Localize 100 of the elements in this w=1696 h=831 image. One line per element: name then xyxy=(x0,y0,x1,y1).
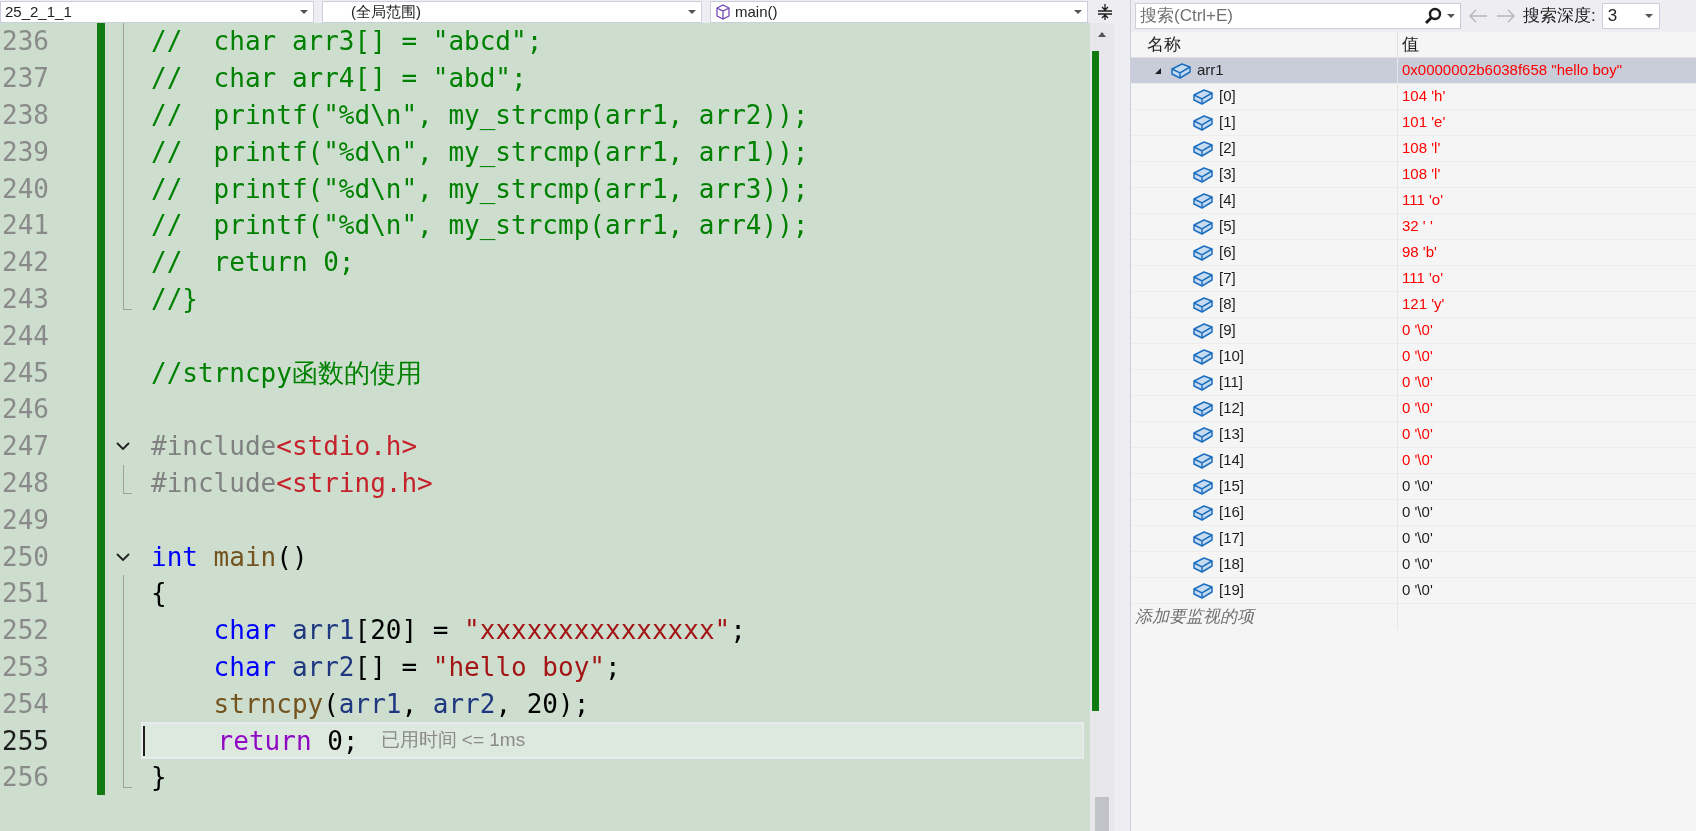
watch-name-cell[interactable]: [11] xyxy=(1131,370,1398,395)
cube-icon xyxy=(1193,87,1213,106)
cube-icon xyxy=(1193,321,1213,340)
line-number: 252 xyxy=(1,614,50,648)
caret-icon xyxy=(1446,13,1456,19)
watch-value-cell-text: 32 ' ' xyxy=(1401,216,1434,237)
line-number: 241 xyxy=(1,209,50,243)
watch-name-cell[interactable]: [13] xyxy=(1131,422,1398,447)
watch-name-cell[interactable]: [8] xyxy=(1131,292,1398,317)
watch-value-cell-text: 0 '\0' xyxy=(1401,320,1434,341)
watch-name-cell[interactable]: [15] xyxy=(1131,474,1398,499)
dropdown[interactable]: 25_2_1_1 xyxy=(0,0,314,23)
search-depth-label: 搜索深度: xyxy=(1523,5,1596,28)
watch-value-cell-text: 108 'l' xyxy=(1401,138,1442,159)
watch-value-cell-text: 104 'h' xyxy=(1401,86,1447,107)
watch-name-cell[interactable]: [9] xyxy=(1131,318,1398,343)
cube-icon xyxy=(1193,477,1213,496)
watch-name-cell[interactable]: [16] xyxy=(1131,500,1398,525)
code-line: #include<string.h> xyxy=(150,469,433,496)
watch-value-cell-text: 0 '\0' xyxy=(1401,372,1434,393)
line-number: 246 xyxy=(1,393,50,427)
line-number: 253 xyxy=(1,650,50,684)
watch-value-cell-text: 121 'y' xyxy=(1401,294,1446,315)
code-line: // printf("%d\n", my_strcmp(arr1, arr1)); xyxy=(150,138,809,165)
line-number: 255 xyxy=(1,724,50,758)
cube-icon xyxy=(1171,61,1191,80)
text-cursor xyxy=(143,725,145,756)
line-number: 248 xyxy=(1,466,50,500)
line-number: 236 xyxy=(1,25,50,59)
line-number: 254 xyxy=(1,687,50,721)
cube-icon xyxy=(1193,295,1213,314)
watch-name-cell[interactable]: [6] xyxy=(1131,240,1398,265)
scroll-up-icon[interactable] xyxy=(1097,31,1107,37)
line-number: 239 xyxy=(1,135,50,169)
cube-icon xyxy=(1193,503,1213,522)
watch-value-cell-text: 0 '\0' xyxy=(1401,580,1434,601)
search-icon[interactable] xyxy=(1424,7,1442,25)
line-number: 244 xyxy=(1,319,50,353)
code-line: // char arr4[] = "abd"; xyxy=(150,65,527,92)
line-number: 247 xyxy=(1,430,50,464)
line-number: 243 xyxy=(1,282,50,316)
scrollbar-thumb[interactable] xyxy=(1095,797,1109,831)
watch-name-cell[interactable]: [19] xyxy=(1131,578,1398,603)
code-line: #include<stdio.h> xyxy=(150,433,418,460)
watch-name-cell[interactable]: [7] xyxy=(1131,266,1398,291)
caret-icon xyxy=(299,8,309,15)
cube-icon xyxy=(1193,347,1213,366)
cube-icon xyxy=(1193,191,1213,210)
column-header[interactable]: 名称 xyxy=(1131,32,1398,57)
code-line: // printf("%d\n", my_strcmp(arr1, arr3)); xyxy=(150,175,809,202)
watch-value-cell-text: 111 'o' xyxy=(1401,190,1445,211)
watch-name-cell[interactable]: [18] xyxy=(1131,552,1398,577)
cube-icon xyxy=(1193,399,1213,418)
watch-value-cell-text: 101 'e' xyxy=(1401,112,1447,133)
watch-name-cell[interactable]: [17] xyxy=(1131,526,1398,551)
code-line: // printf("%d\n", my_strcmp(arr1, arr4)); xyxy=(150,212,809,239)
watch-value-cell-text: 0 '\0' xyxy=(1401,424,1434,445)
line-number: 245 xyxy=(1,356,50,390)
code-line: //strncpy函数的使用 xyxy=(150,359,422,386)
code-line: } xyxy=(150,764,167,791)
caret-icon xyxy=(1073,8,1083,15)
expand-triangle-icon[interactable] xyxy=(1154,66,1162,75)
watch-value-cell-text: 0 '\0' xyxy=(1401,398,1434,419)
dropdown[interactable]: (全局范围) xyxy=(322,0,702,23)
elapsed-time-hint: 已用时间 <= 1ms xyxy=(380,728,526,753)
watch-value-cell-text: 0 '\0' xyxy=(1401,476,1434,497)
watch-value-cell-text: 0 '\0' xyxy=(1401,450,1434,471)
cube-icon xyxy=(1193,113,1213,132)
watch-name-cell[interactable]: [1] xyxy=(1131,110,1398,135)
code-line: char arr1[20] = "xxxxxxxxxxxxxxx"; xyxy=(212,617,746,644)
cube-icon xyxy=(1193,243,1213,262)
collapse-chevron-icon[interactable] xyxy=(115,441,131,452)
collapse-chevron-icon[interactable] xyxy=(115,551,131,562)
split-window-icon[interactable] xyxy=(1096,2,1114,21)
dropdown[interactable]: main() xyxy=(710,0,1088,23)
cube-icon xyxy=(1193,555,1213,574)
watch-name-cell[interactable]: [0] xyxy=(1131,84,1398,109)
watch-name-cell[interactable]: [5] xyxy=(1131,214,1398,239)
line-number: 242 xyxy=(1,246,50,280)
line-number: 240 xyxy=(1,172,50,206)
watch-value-cell-text: 0 '\0' xyxy=(1401,502,1434,523)
cube-icon xyxy=(1193,451,1213,470)
watch-name-cell[interactable]: [10] xyxy=(1131,344,1398,369)
watch-name-cell[interactable]: [14] xyxy=(1131,448,1398,473)
code-line: int main() xyxy=(150,543,308,570)
cube-icon xyxy=(1193,373,1213,392)
code-line: // char arr3[] = "abcd"; xyxy=(150,28,543,55)
line-number: 238 xyxy=(1,99,50,132)
search-depth-dropdown[interactable]: 3 xyxy=(1601,3,1660,29)
vertical-scrollbar[interactable] xyxy=(1090,23,1114,831)
watch-name-cell[interactable]: [3] xyxy=(1131,162,1398,187)
watch-name-cell[interactable]: [4] xyxy=(1131,188,1398,213)
code-line: //} xyxy=(150,285,198,312)
column-header[interactable]: 值 xyxy=(1398,32,1696,57)
watch-name-cell[interactable]: arr1 xyxy=(1131,58,1398,83)
watch-name-cell[interactable]: [2] xyxy=(1131,136,1398,161)
line-number: 250 xyxy=(1,540,50,574)
watch-name-cell[interactable]: [12] xyxy=(1131,396,1398,421)
add-watch-placeholder[interactable]: 添加要监视的项 xyxy=(1131,604,1398,630)
watch-value-cell-text: 0 '\0' xyxy=(1401,554,1434,575)
